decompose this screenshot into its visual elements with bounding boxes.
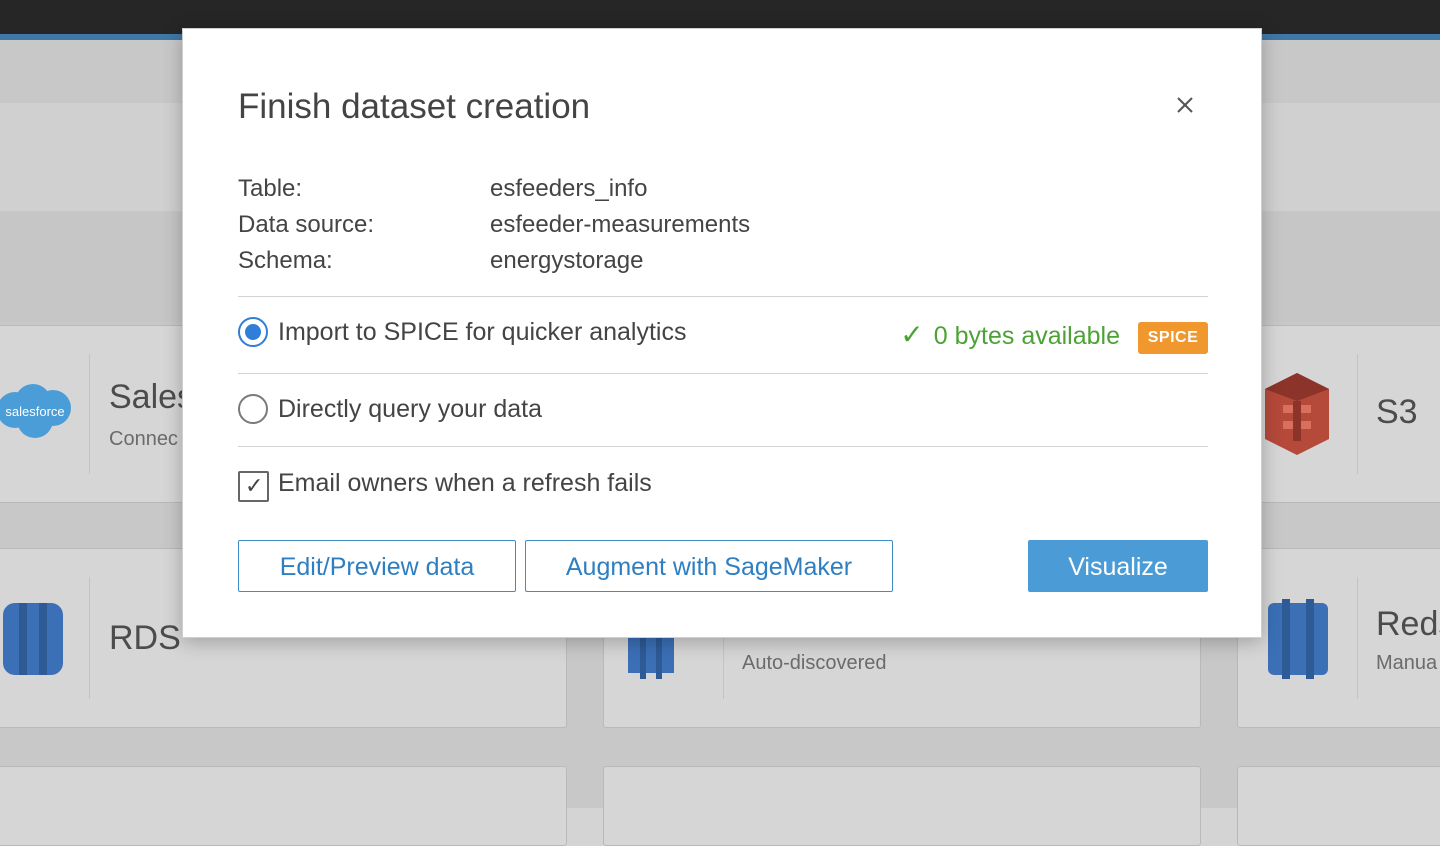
- spice-capacity-status: ✓ 0 bytes available: [900, 318, 1120, 351]
- info-label: Data source:: [238, 211, 375, 238]
- availability-text: 0 bytes available: [933, 322, 1120, 350]
- info-label: Schema:: [238, 247, 333, 274]
- edit-preview-data-button[interactable]: Edit/Preview data: [238, 540, 516, 592]
- checkmark-icon: ✓: [245, 473, 264, 498]
- info-value: energystorage: [490, 247, 644, 274]
- direct-query-radio[interactable]: [238, 394, 268, 424]
- direct-query-option[interactable]: Directly query your data: [238, 393, 1208, 433]
- augment-with-sagemaker-button[interactable]: Augment with SageMaker: [525, 540, 893, 592]
- import-spice-radio[interactable]: [238, 317, 268, 347]
- divider: [238, 296, 1208, 297]
- spice-badge: SPICE: [1138, 322, 1208, 354]
- visualize-button[interactable]: Visualize: [1028, 540, 1208, 592]
- email-owners-checkbox[interactable]: ✓: [238, 471, 269, 502]
- finish-dataset-dialog: Finish dataset creation Table: esfeeders…: [182, 28, 1262, 638]
- dialog-title: Finish dataset creation: [238, 87, 591, 126]
- divider: [238, 446, 1208, 447]
- info-table-row: Table: esfeeders_info: [238, 175, 1138, 207]
- info-data-source-row: Data source: esfeeder-measurements: [238, 211, 1138, 243]
- import-spice-label[interactable]: Import to SPICE for quicker analytics: [278, 318, 686, 347]
- info-value: esfeeder-measurements: [490, 211, 751, 238]
- checkmark-icon: ✓: [900, 319, 924, 350]
- close-button[interactable]: [1171, 91, 1199, 119]
- email-owners-option[interactable]: ✓ Email owners when a refresh fails: [238, 467, 1208, 507]
- info-label: Table:: [238, 175, 303, 202]
- direct-query-label[interactable]: Directly query your data: [278, 395, 542, 424]
- close-icon: [1177, 97, 1193, 113]
- divider: [238, 373, 1208, 374]
- import-spice-option[interactable]: Import to SPICE for quicker analytics ✓ 0…: [238, 316, 1208, 356]
- info-value: esfeeders_info: [490, 175, 648, 202]
- email-owners-label[interactable]: Email owners when a refresh fails: [278, 469, 652, 498]
- info-schema-row: Schema: energystorage: [238, 247, 1138, 279]
